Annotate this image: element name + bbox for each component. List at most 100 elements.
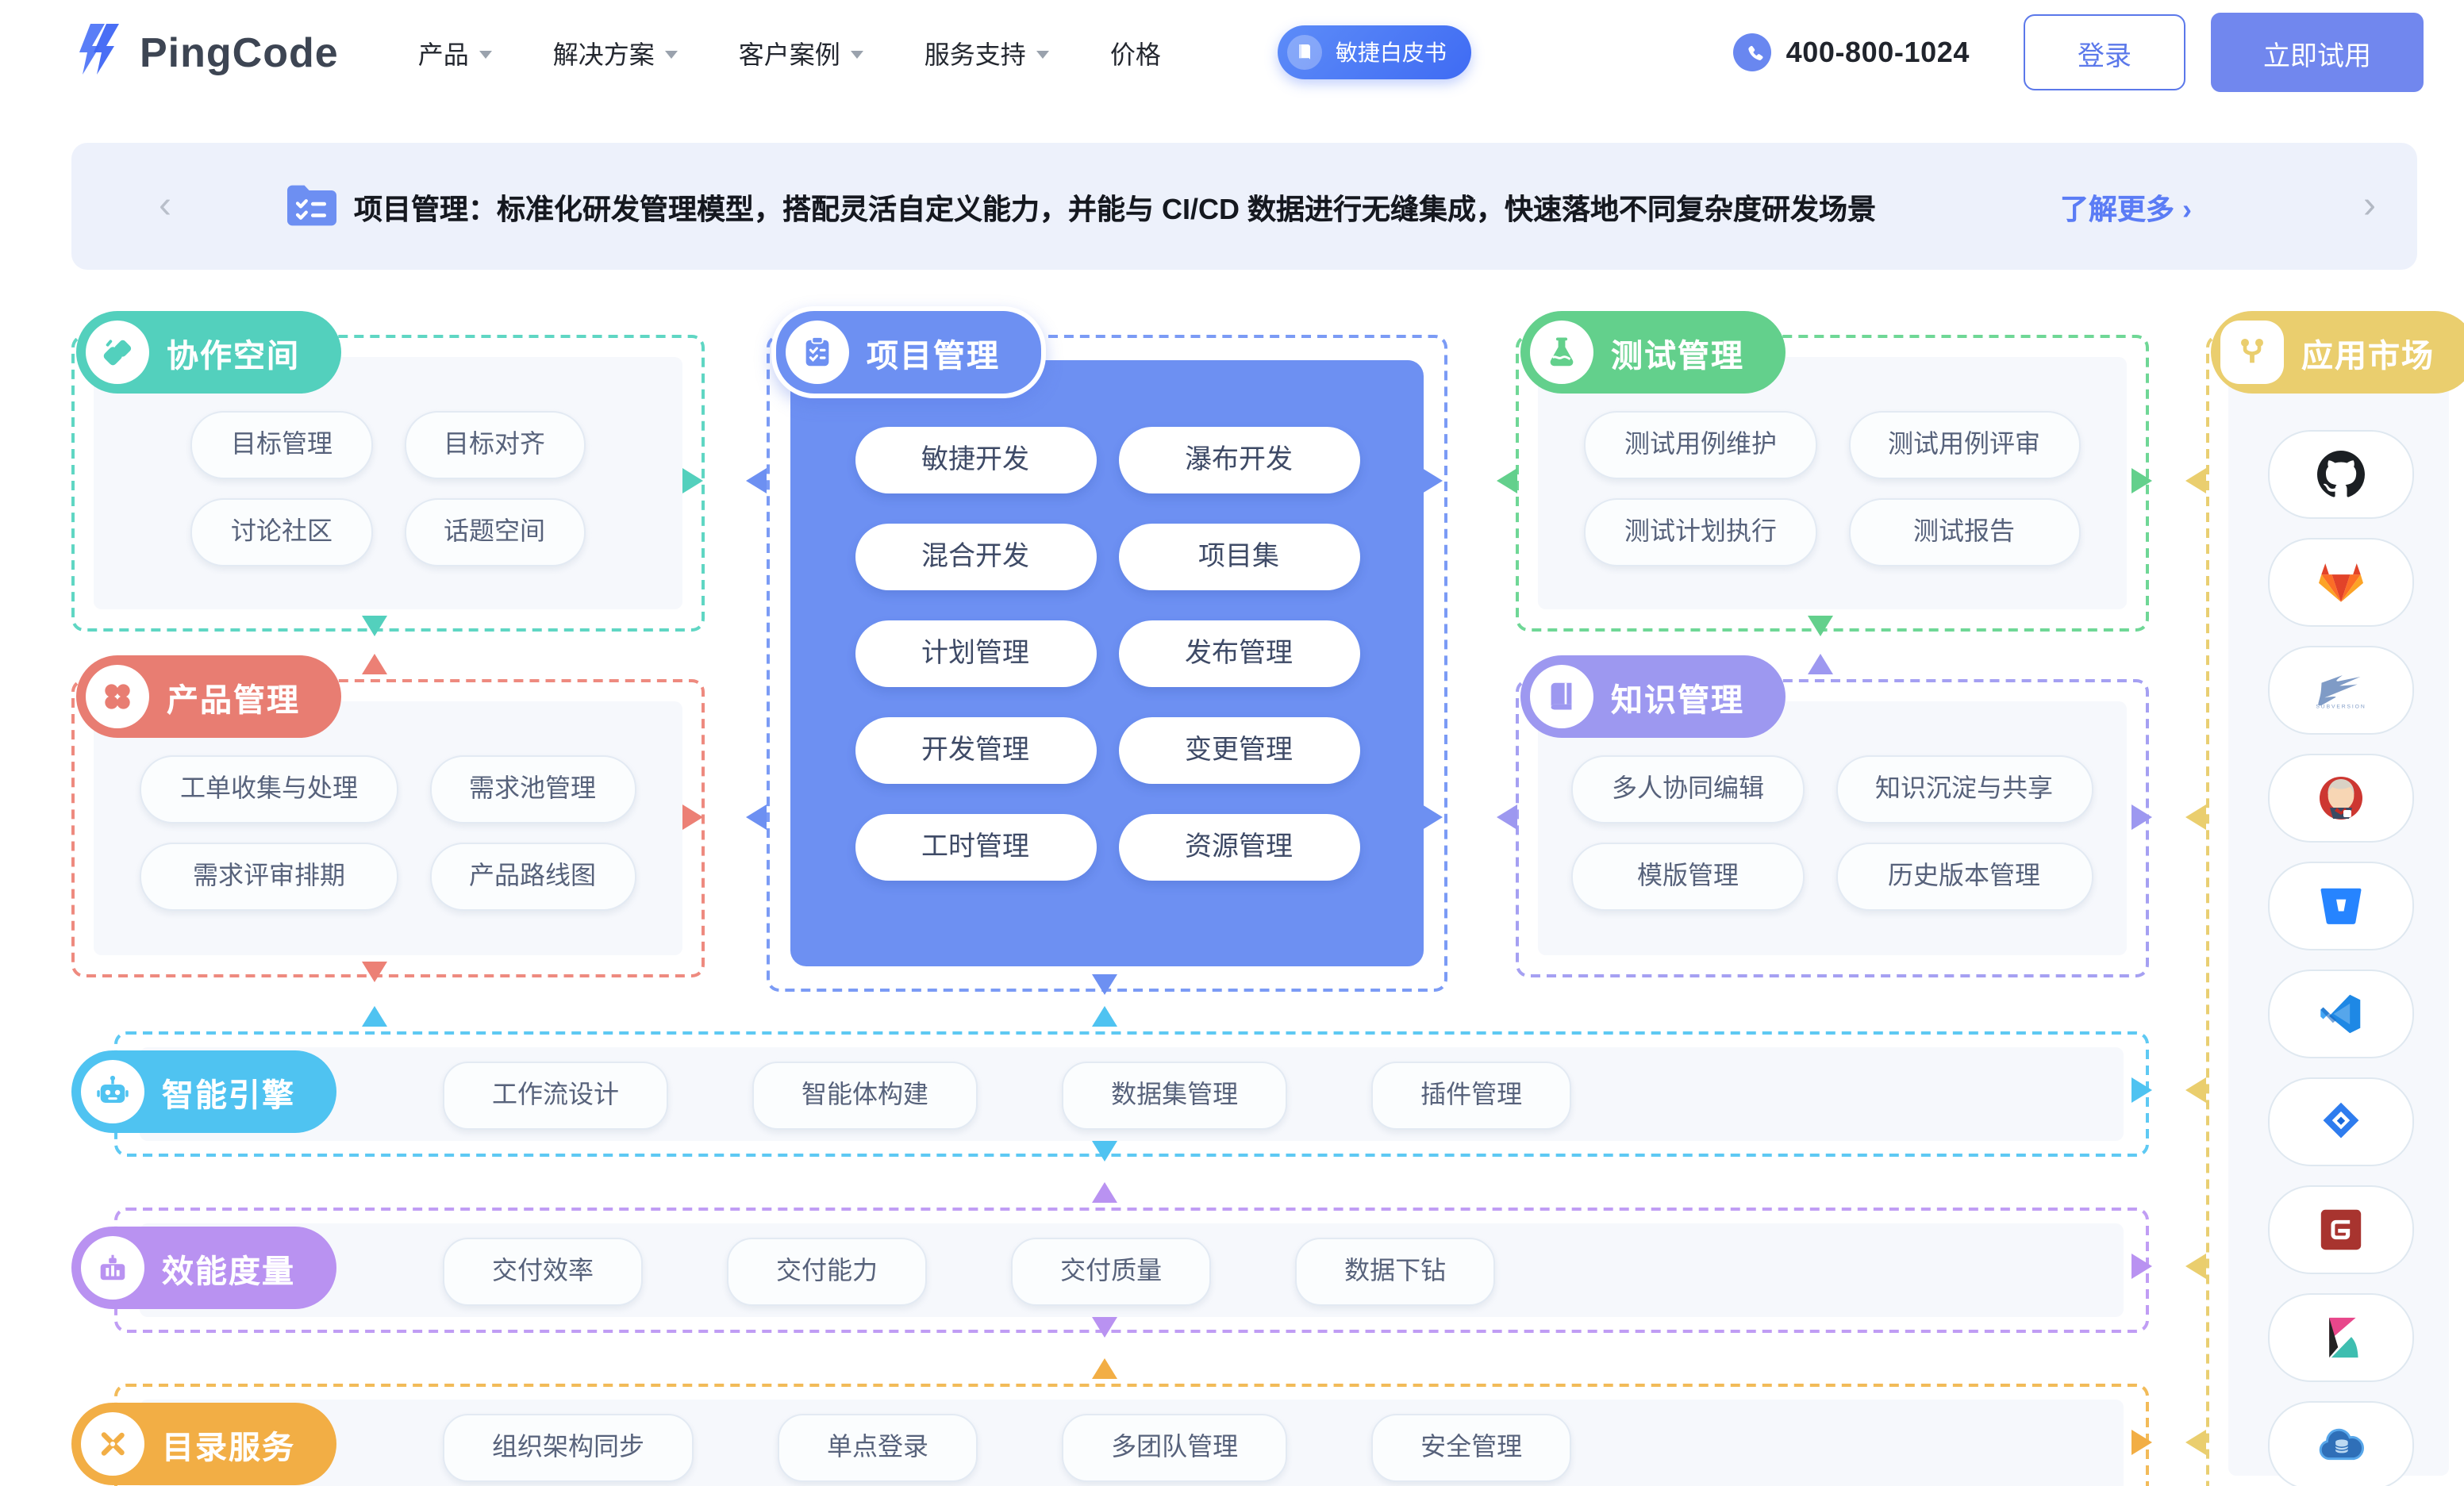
banner-prev-arrow-icon[interactable]: ‹ xyxy=(159,184,171,228)
feature-chip: 安全管理 xyxy=(1371,1414,1571,1482)
feature-chip: 交付能力 xyxy=(727,1238,927,1306)
feature-chip: 变更管理 xyxy=(1118,717,1359,784)
chevron-down-icon xyxy=(666,50,678,58)
robot-icon xyxy=(81,1060,144,1123)
flow-arrow xyxy=(1808,654,1833,674)
flow-arrow xyxy=(682,468,703,493)
try-now-button[interactable]: 立即试用 xyxy=(2211,13,2424,92)
section-pill-metrics: 效能度量 xyxy=(71,1227,336,1309)
feature-chip: 组织架构同步 xyxy=(443,1414,694,1482)
flow-arrow xyxy=(1092,1182,1117,1203)
feature-chip: 项目集 xyxy=(1118,524,1359,590)
flow-arrow xyxy=(746,468,767,493)
feature-chip: 开发管理 xyxy=(855,717,1096,784)
feature-chip: 测试用例维护 xyxy=(1585,411,1816,479)
feature-chip: 产品路线图 xyxy=(429,843,636,911)
banner-text: 项目管理：标准化研发管理模型，搭配灵活自定义能力，并能与 CI/CD 数据进行无… xyxy=(354,187,1876,228)
app-jenkins xyxy=(2268,754,2414,843)
feature-chip: 需求池管理 xyxy=(429,755,636,824)
gitlab-icon xyxy=(2317,560,2365,605)
nav-item-product[interactable]: 产品 xyxy=(418,33,493,71)
app-vscode xyxy=(2268,970,2414,1058)
feature-chip: 目标对齐 xyxy=(404,411,585,479)
cloud-database-icon xyxy=(2317,1426,2365,1465)
book-icon xyxy=(1288,35,1323,70)
flow-arrow xyxy=(1092,1358,1117,1379)
flow-arrow xyxy=(2185,804,2206,830)
jira-icon xyxy=(2319,1100,2363,1144)
app-cloud xyxy=(2268,1401,2414,1486)
feature-chip: 工作流设计 xyxy=(443,1062,668,1130)
section-ai-engine: 工作流设计 智能体构建 数据集管理 插件管理 xyxy=(114,1031,2149,1157)
flow-arrow xyxy=(2131,1430,2152,1455)
book-icon xyxy=(1530,665,1593,728)
flow-arrow xyxy=(1092,974,1117,995)
app-gitee xyxy=(2268,1185,2414,1274)
announcement-banner: ‹ 项目管理：标准化研发管理模型，搭配灵活自定义能力，并能与 CI/CD 数据进… xyxy=(71,143,2417,270)
flow-arrow xyxy=(1092,1141,1117,1162)
banner-next-arrow-icon[interactable]: › xyxy=(2363,184,2376,228)
flow-arrow xyxy=(2131,1077,2152,1103)
section-pill-knowledge: 知识管理 xyxy=(1520,655,1786,738)
crossed-tools-icon xyxy=(81,1412,144,1476)
feature-chip: 工时管理 xyxy=(855,814,1096,881)
pingcode-landing-page: PingCode 产品 解决方案 客户案例 服务支持 价格 敏捷白皮书 xyxy=(0,0,2464,1486)
github-icon xyxy=(2317,451,2365,498)
nav-item-support[interactable]: 服务支持 xyxy=(924,33,1050,71)
feature-chip: 敏捷开发 xyxy=(855,427,1096,493)
flow-arrow xyxy=(1422,804,1443,830)
feature-chip: 多团队管理 xyxy=(1062,1414,1287,1482)
vscode-icon xyxy=(2319,992,2363,1036)
feature-chip: 话题空间 xyxy=(404,498,585,566)
flask-icon xyxy=(1530,321,1593,384)
login-button[interactable]: 登录 xyxy=(2024,14,2185,90)
flow-arrow xyxy=(1497,468,1517,493)
feature-chip: 资源管理 xyxy=(1118,814,1359,881)
flow-arrow xyxy=(1422,468,1443,493)
agile-whitepaper-badge[interactable]: 敏捷白皮书 xyxy=(1278,25,1472,79)
banner-learn-more-link[interactable]: 了解更多 › xyxy=(2060,187,2192,228)
flow-arrow xyxy=(362,962,387,982)
brand-name: PingCode xyxy=(140,28,339,77)
app-gitlab xyxy=(2268,538,2414,627)
flow-arrow xyxy=(1092,1006,1117,1027)
pingcode-logo[interactable]: PingCode xyxy=(71,21,339,83)
flow-arrow xyxy=(362,616,387,636)
section-pill-project: 项目管理 xyxy=(771,306,1046,398)
feature-chip: 目标管理 xyxy=(191,411,372,479)
chevron-down-icon xyxy=(480,50,493,58)
section-directory-service: 组织架构同步 单点登录 多团队管理 安全管理 xyxy=(114,1384,2149,1486)
feature-chip: 交付质量 xyxy=(1011,1238,1211,1306)
chevron-down-icon xyxy=(1037,50,1050,58)
svg-text:SUBVERSION: SUBVERSION xyxy=(2316,705,2366,710)
feature-chip: 知识沉淀与共享 xyxy=(1836,755,2093,824)
feature-chip: 数据集管理 xyxy=(1062,1062,1287,1130)
feature-chip: 测试计划执行 xyxy=(1585,498,1816,566)
feature-chip: 智能体构建 xyxy=(752,1062,978,1130)
section-pill-product: 产品管理 xyxy=(76,655,341,738)
flow-arrow xyxy=(1092,1317,1117,1338)
flow-arrow xyxy=(2131,468,2152,493)
flow-arrow xyxy=(362,1006,387,1027)
phone-icon xyxy=(1734,33,1772,71)
feature-chip: 单点登录 xyxy=(778,1414,978,1482)
nav-right-group: 400-800-1024 登录 立即试用 xyxy=(1734,13,2424,92)
section-pill-directory: 目录服务 xyxy=(71,1403,336,1485)
app-bitbucket xyxy=(2268,862,2414,950)
nav-item-cases[interactable]: 客户案例 xyxy=(739,33,864,71)
chevron-down-icon xyxy=(851,50,864,58)
bar-chart-icon xyxy=(81,1236,144,1300)
jenkins-icon xyxy=(2317,774,2365,822)
feature-chip: 多人协同编辑 xyxy=(1572,755,1804,824)
flow-arrow xyxy=(2185,468,2206,493)
feature-chip: 瀑布开发 xyxy=(1118,427,1359,493)
flow-arrow xyxy=(2185,1254,2206,1279)
section-pill-collab: 协作空间 xyxy=(76,311,341,394)
phone-contact[interactable]: 400-800-1024 xyxy=(1734,33,1970,71)
feature-chip: 计划管理 xyxy=(855,620,1096,687)
app-subversion: SUBVERSION xyxy=(2268,646,2414,735)
feature-chip: 工单收集与处理 xyxy=(140,755,398,824)
nav-item-pricing[interactable]: 价格 xyxy=(1110,33,1161,71)
nav-item-solutions[interactable]: 解决方案 xyxy=(553,33,678,71)
project-folder-icon xyxy=(284,181,341,238)
